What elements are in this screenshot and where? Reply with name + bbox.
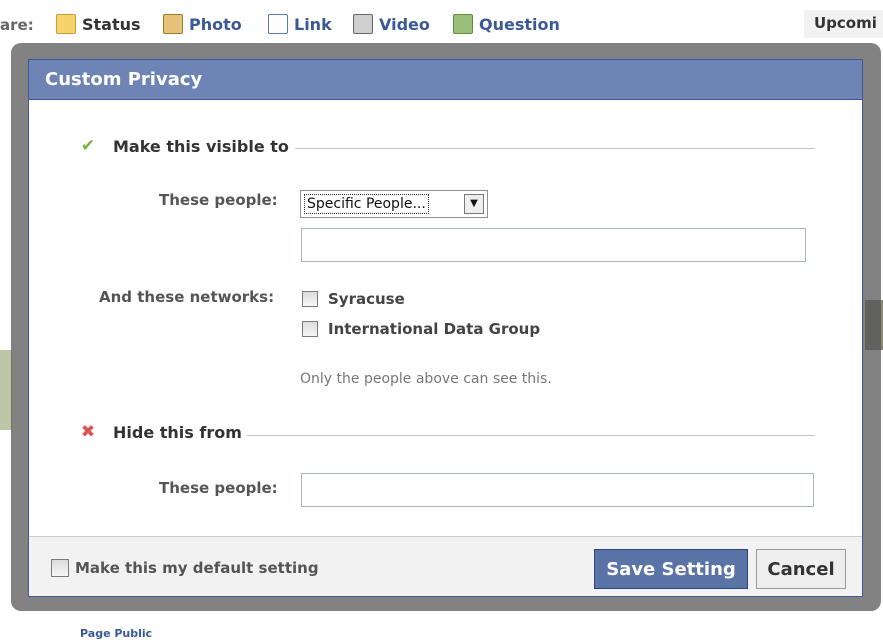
- save-setting-button[interactable]: Save Setting: [594, 549, 748, 589]
- share-question-label: Question: [479, 14, 560, 34]
- dropdown-arrow-icon[interactable]: ▼: [464, 194, 484, 214]
- share-status[interactable]: Status: [56, 14, 141, 34]
- hide-section-title: Hide this from: [113, 422, 242, 442]
- question-icon: [453, 14, 473, 34]
- video-icon: [353, 14, 373, 34]
- status-icon: [56, 14, 76, 34]
- cross-icon: ✖: [80, 422, 96, 442]
- share-photo-label: Photo: [189, 14, 242, 34]
- syracuse-checkbox[interactable]: [302, 291, 318, 307]
- hide-people-input[interactable]: [301, 473, 814, 507]
- background-footer-text[interactable]: Page Public: [80, 627, 152, 640]
- section-divider: [295, 148, 815, 149]
- visible-section-title: Make this visible to: [113, 136, 289, 156]
- share-video-label: Video: [379, 14, 430, 34]
- hide-people-label: These people:: [159, 479, 278, 497]
- share-label: are:: [0, 16, 34, 34]
- share-status-label: Status: [82, 14, 141, 34]
- dialog-header: Custom Privacy: [29, 60, 862, 100]
- hide-section-heading: ✖ Hide this from: [77, 422, 242, 442]
- default-setting-label: Make this my default setting: [75, 559, 319, 577]
- share-link-label: Link: [294, 14, 332, 34]
- page-logo: [8, 626, 58, 639]
- share-link[interactable]: Link: [268, 14, 332, 34]
- visibility-note: Only the people above can see this.: [300, 371, 552, 387]
- default-setting-option[interactable]: Make this my default setting: [51, 559, 319, 577]
- idg-label: International Data Group: [328, 320, 541, 338]
- link-icon: [268, 14, 288, 34]
- visible-people-input[interactable]: [301, 228, 806, 262]
- visible-people-select-value: Specific People...: [304, 194, 429, 214]
- visible-people-select[interactable]: Specific People... ▼: [300, 190, 488, 218]
- default-setting-checkbox[interactable]: [51, 559, 69, 577]
- photo-icon: [163, 14, 183, 34]
- visible-section-heading: ✔ Make this visible to: [77, 136, 289, 156]
- dialog-footer: Make this my default setting Save Settin…: [29, 536, 862, 596]
- checkmark-icon: ✔: [80, 136, 96, 156]
- syracuse-label: Syracuse: [328, 290, 405, 308]
- background-footer: Page Public: [0, 612, 883, 640]
- composer-bar: are: Status Photo Link Video Question Up…: [0, 0, 883, 40]
- section-divider: [247, 435, 815, 436]
- network-option-syracuse[interactable]: Syracuse: [302, 290, 405, 308]
- dialog-title: Custom Privacy: [45, 69, 203, 90]
- upcoming-header: Upcomi: [804, 10, 883, 38]
- visible-people-label: These people:: [159, 191, 278, 209]
- networks-label: And these networks:: [99, 288, 275, 306]
- cancel-button[interactable]: Cancel: [756, 549, 846, 589]
- custom-privacy-dialog: Custom Privacy ✔ Make this visible to Th…: [28, 59, 863, 597]
- share-photo[interactable]: Photo: [163, 14, 242, 34]
- share-question[interactable]: Question: [453, 14, 560, 34]
- network-option-idg[interactable]: International Data Group: [302, 320, 540, 338]
- share-video[interactable]: Video: [353, 14, 430, 34]
- idg-checkbox[interactable]: [302, 321, 318, 337]
